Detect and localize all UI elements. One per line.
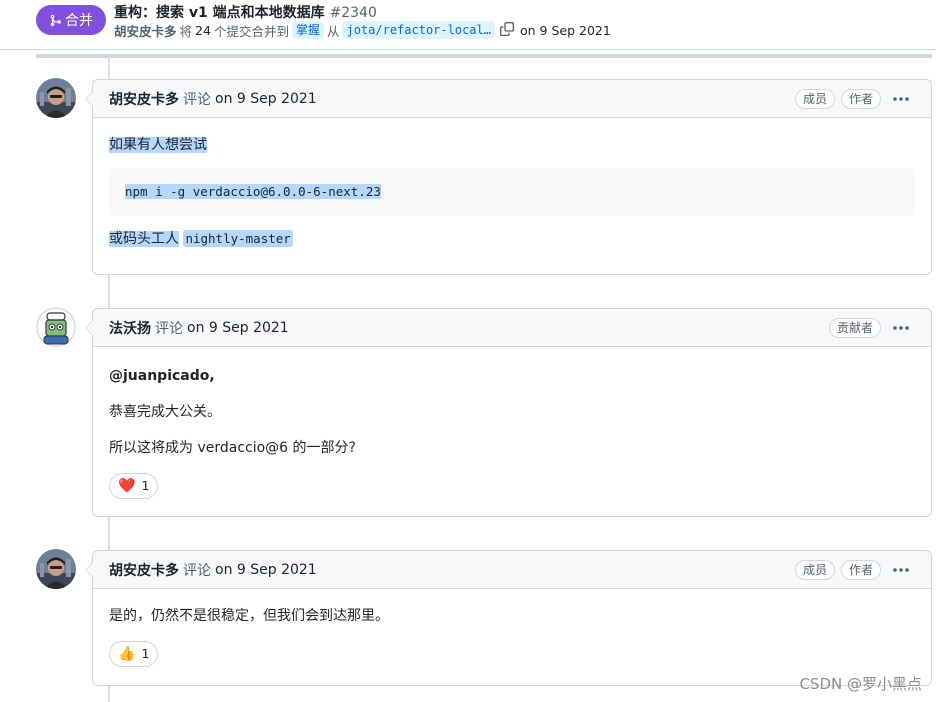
avatar[interactable] [36, 307, 76, 347]
merge-text: 个提交合并到 [213, 23, 289, 39]
comment-card: 法沃扬 评论 on 9 Sep 2021 贡献者 @juanpicado, 恭喜… [85, 308, 932, 517]
from-text: 从 [326, 23, 340, 39]
kebab-horizontal-icon [893, 325, 909, 330]
comment-body: 如果有人想尝试 npm i -g verdaccio@6.0.0-6-next.… [93, 118, 931, 266]
copy-icon[interactable] [499, 22, 516, 38]
pr-title: 重构：搜索 v1 端点和本地数据库 #2340 [114, 2, 377, 22]
state-label: 合并 [65, 13, 93, 29]
comment-card: 胡安皮卡多 评论 on 9 Sep 2021 成员 作者 如果有人想尝试 npm… [85, 79, 932, 275]
merged-state-badge: 合并 [36, 5, 106, 35]
thumbs-up-icon: 👍 [118, 646, 136, 662]
more-options-button[interactable] [887, 318, 915, 338]
heart-icon: ❤️ [118, 478, 136, 494]
reaction-count: 1 [141, 646, 150, 661]
comment-body: 是的，仍然不是很稳定，但我们会到达那里。 👍 1 [93, 589, 931, 683]
merge-prefix: 将 [179, 23, 193, 39]
member-label: 成员 [794, 559, 835, 580]
commit-count: 24 [195, 22, 211, 38]
comment-author-link[interactable]: 胡安皮卡多 [109, 560, 179, 580]
comment-text: 所以这将成为 verdaccio@6 的一部分? [109, 437, 915, 459]
comment-text-suffix: 的一部分? [292, 440, 356, 456]
code-block: npm i -g verdaccio@6.0.0-6-next.23 [109, 168, 915, 216]
more-options-button[interactable] [887, 560, 915, 580]
avatar[interactable] [36, 78, 76, 118]
pr-title-text: 重构：搜索 v1 端点和本地数据库 [114, 5, 325, 21]
watermark: CSDN @罗小黑点 [799, 675, 922, 693]
comment-text: 或码头工人 [109, 231, 179, 247]
comment-author-link[interactable]: 胡安皮卡多 [109, 89, 179, 109]
heart-reaction-button[interactable]: ❤️ 1 [109, 473, 159, 499]
more-options-button[interactable] [887, 89, 915, 109]
pr-header: 合并 重构：搜索 v1 端点和本地数据库 #2340 胡安皮卡多 将 24 个提… [0, 0, 936, 50]
timeline-divider [36, 54, 932, 58]
git-merge-icon [50, 14, 61, 26]
reaction-count: 1 [141, 478, 150, 493]
comment-header: 法沃扬 评论 on 9 Sep 2021 贡献者 [93, 309, 931, 347]
pr-author-link[interactable]: 胡安皮卡多 [114, 21, 177, 40]
kebab-horizontal-icon [893, 96, 909, 101]
comment-header: 胡安皮卡多 评论 on 9 Sep 2021 成员 作者 [93, 80, 931, 118]
comment-text-prefix: 所以这将成为 [109, 440, 193, 456]
comment-date-link[interactable]: on 9 Sep 2021 [215, 562, 317, 578]
comment-action: 评论 [183, 562, 211, 579]
comment-text: 恭喜完成大公关。 [109, 404, 221, 420]
comment-action: 评论 [183, 91, 211, 108]
comment-header: 胡安皮卡多 评论 on 9 Sep 2021 成员 作者 [93, 551, 931, 589]
pr-meta: 胡安皮卡多 将 24 个提交合并到 掌握 从 jota/refactor-loc… [114, 20, 611, 40]
pr-date: on 9 Sep 2021 [519, 22, 611, 38]
comment-card: 胡安皮卡多 评论 on 9 Sep 2021 成员 作者 是的，仍然不是很稳定，… [85, 550, 932, 686]
inline-code: nightly-master [183, 230, 293, 247]
comment-body: @juanpicado, 恭喜完成大公关。 所以这将成为 verdaccio@6… [93, 347, 931, 515]
comment-author-link[interactable]: 法沃扬 [109, 318, 151, 338]
comment-date-link[interactable]: on 9 Sep 2021 [187, 320, 289, 336]
author-label: 作者 [840, 559, 881, 580]
package-name: verdaccio@6 [197, 440, 289, 456]
member-label: 成员 [794, 88, 835, 109]
pr-number: #2340 [329, 5, 377, 21]
avatar[interactable] [36, 549, 76, 589]
comment-date-link[interactable]: on 9 Sep 2021 [215, 91, 317, 107]
contributor-label: 贡献者 [828, 317, 881, 338]
user-mention[interactable]: @juanpicado, [109, 365, 915, 387]
author-label: 作者 [840, 88, 881, 109]
comment-action: 评论 [155, 320, 183, 337]
kebab-horizontal-icon [893, 567, 909, 572]
code-text: npm i -g verdaccio@6.0.0-6-next.23 [125, 184, 381, 199]
thumbs-up-reaction-button[interactable]: 👍 1 [109, 641, 159, 667]
head-branch[interactable]: jota/refactor-local… [342, 21, 495, 39]
base-branch[interactable]: 掌握 [291, 21, 324, 39]
comment-text: 如果有人想尝试 [109, 137, 207, 153]
comment-text: 是的，仍然不是很稳定，但我们会到达那里。 [109, 608, 389, 624]
